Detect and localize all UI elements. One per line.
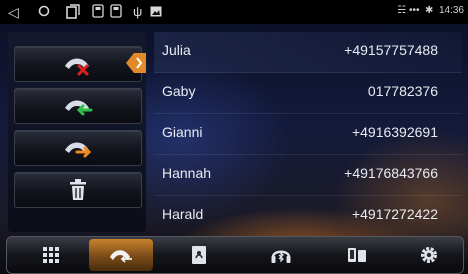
call-log-list[interactable]: Julia +49157757488 Gaby 017782376 Gianni… <box>154 32 462 232</box>
contact-number: 017782376 <box>367 83 438 99</box>
status-bar: ◁ ψ ☵ ••• ✱ 14:36 <box>0 0 468 24</box>
settings-gear-icon <box>421 247 437 263</box>
trash-icon <box>70 179 86 200</box>
nav-device-pairing[interactable] <box>325 239 389 271</box>
signal-icon: ••• <box>408 5 420 16</box>
contact-number: +4916392691 <box>351 124 438 140</box>
bluetooth-icon: ✱ <box>422 5 437 16</box>
contact-number: +49176843766 <box>344 165 438 181</box>
phone-incoming-icon <box>65 100 93 116</box>
contact-name: Hannah <box>162 165 212 181</box>
phone-outgoing-icon <box>65 142 92 158</box>
delete-button[interactable] <box>14 172 142 208</box>
image-icon <box>150 6 162 17</box>
list-item[interactable]: Gaby 017782376 <box>154 73 462 114</box>
status-right: ☵ ••• ✱ 14:36 <box>397 5 464 16</box>
contacts-book-icon <box>192 246 206 264</box>
sim-card-icon <box>110 4 122 18</box>
sim-card-icon <box>92 4 104 18</box>
list-item[interactable]: Gianni +4916392691 <box>154 114 462 155</box>
contact-name: Julia <box>162 42 191 58</box>
list-item[interactable]: Hannah +49176843766 <box>154 155 462 196</box>
call-log-icon <box>110 250 132 263</box>
incoming-calls-button[interactable] <box>14 88 142 124</box>
device-pairing-icon <box>348 248 366 262</box>
wifi-icon: ☵ <box>397 5 407 16</box>
back-icon[interactable]: ◁ <box>8 3 19 21</box>
nav-call-log[interactable] <box>89 239 153 271</box>
contact-number: +4917272422 <box>351 206 438 222</box>
outgoing-calls-button[interactable] <box>14 130 142 166</box>
bluetooth-music-icon <box>271 250 291 263</box>
recent-apps-icon[interactable] <box>66 4 80 19</box>
bottom-nav-bar <box>6 236 464 274</box>
usb-icon: ψ <box>133 4 143 19</box>
selection-indicator-icon <box>126 53 146 73</box>
phone-reject-icon <box>65 58 89 76</box>
list-item[interactable]: Harald +4917272422 <box>154 196 462 236</box>
list-item[interactable]: Julia +49157757488 <box>154 32 462 73</box>
nav-bluetooth-music[interactable] <box>249 239 313 271</box>
clock: 14:36 <box>438 5 464 16</box>
keypad-icon <box>43 247 59 263</box>
contact-name: Harald <box>162 206 204 222</box>
call-actions-panel <box>8 32 146 232</box>
contact-number: +49157757488 <box>344 42 438 58</box>
contact-name: Gianni <box>162 124 203 140</box>
home-icon[interactable] <box>38 5 50 17</box>
reject-call-button[interactable] <box>14 46 142 82</box>
nav-keypad[interactable] <box>19 239 83 271</box>
nav-contacts[interactable] <box>167 239 231 271</box>
nav-settings[interactable] <box>397 239 461 271</box>
contact-name: Gaby <box>162 83 196 99</box>
